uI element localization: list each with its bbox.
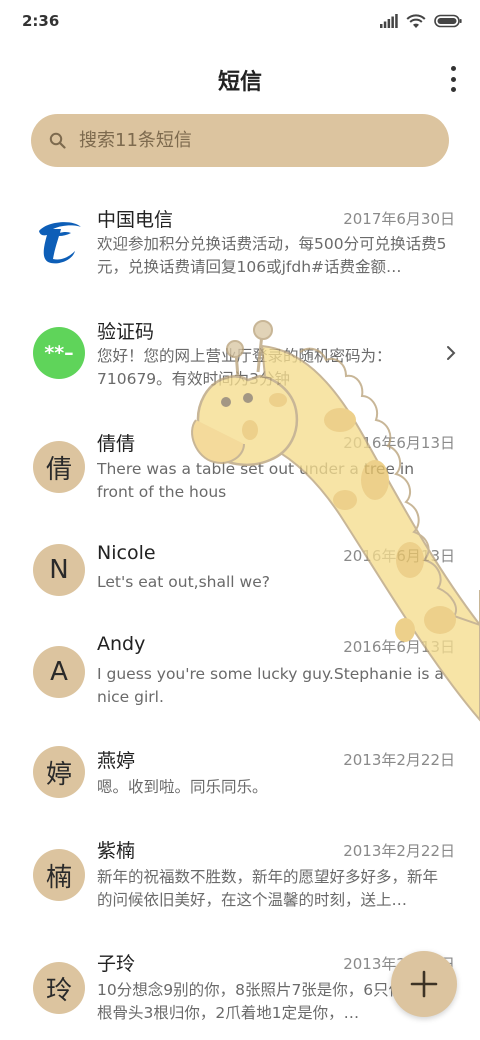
avatar: 婷	[33, 746, 85, 798]
verification-code-badge: **–	[33, 327, 85, 379]
plus-icon	[410, 970, 438, 998]
thread-row[interactable]: 婷 燕婷 2013年2月22日 嗯。收到啦。同乐同乐。	[0, 736, 480, 826]
more-dot-icon	[450, 66, 456, 71]
avatar: 楠	[33, 849, 85, 901]
thread-date: 2017年6月30日	[343, 210, 455, 228]
thread-date: 2016年6月13日	[343, 434, 455, 452]
thread-row[interactable]: 中国电信 2017年6月30日 欢迎参加积分兑换话费活动，每500分可兑换话费5…	[0, 190, 480, 302]
thread-row[interactable]: N Nicole 2016年6月13日 Let's eat out,shall …	[0, 526, 480, 621]
thread-row[interactable]: 倩 倩倩 2016年6月13日 There was a table set ou…	[0, 414, 480, 526]
more-dot-icon	[450, 76, 456, 82]
battery-icon	[434, 14, 462, 28]
signal-icon	[380, 14, 398, 28]
thread-name: 紫楠	[97, 840, 136, 862]
thread-name: 子玲	[97, 953, 136, 975]
title-bar: 短信	[0, 52, 480, 104]
thread-preview: 欢迎参加积分兑换话费活动，每500分可兑换话费5元，兑换话费请回复106或jfd…	[97, 235, 447, 276]
more-dot-icon	[450, 87, 456, 92]
thread-preview: 您好！您的网上营业厅登录的随机密码为：710679。有效时间为3分钟	[97, 347, 392, 388]
chevron-right-icon[interactable]	[446, 345, 456, 361]
thread-preview: I guess you're some lucky guy.Stephanie …	[97, 665, 444, 706]
search-bar[interactable]	[31, 114, 449, 167]
thread-name: 燕婷	[97, 750, 136, 772]
status-time: 2:36	[22, 12, 60, 30]
thread-name: 验证码	[97, 321, 155, 343]
thread-date: 2013年2月22日	[343, 751, 455, 769]
thread-preview: Let's eat out,shall we?	[97, 573, 270, 591]
page-title: 短信	[217, 70, 262, 95]
thread-row[interactable]: A Andy 2016年6月13日 I guess you're some lu…	[0, 621, 480, 736]
search-input[interactable]	[79, 114, 419, 167]
thread-name: Nicole	[97, 542, 156, 564]
avatar: 玲	[33, 962, 85, 1014]
avatar: A	[33, 646, 85, 698]
avatar: N	[33, 544, 85, 596]
avatar: 倩	[33, 441, 85, 493]
more-options-button[interactable]	[446, 66, 460, 92]
thread-name: Andy	[97, 633, 146, 655]
thread-date: 2016年6月13日	[343, 638, 455, 656]
thread-preview: There was a table set out under a tree i…	[97, 460, 415, 501]
status-bar: 2:36	[0, 0, 480, 44]
wifi-icon	[406, 13, 426, 28]
thread-preview: 嗯。收到啦。同乐同乐。	[97, 778, 268, 796]
search-icon	[49, 132, 66, 149]
thread-row[interactable]: **– 验证码 您好！您的网上营业厅登录的随机密码为：710679。有效时间为3…	[0, 302, 480, 414]
thread-row[interactable]: 楠 紫楠 2013年2月22日 新年的祝福数不胜数，新年的愿望好多好多，新年的问…	[0, 826, 480, 941]
thread-preview: 新年的祝福数不胜数，新年的愿望好多好多，新年的问候依旧美好，在这个温馨的时刻，送…	[97, 868, 439, 909]
thread-date: 2016年6月13日	[343, 547, 455, 565]
thread-name: 倩倩	[97, 433, 136, 455]
compose-message-button[interactable]	[391, 951, 457, 1017]
thread-date: 2013年2月22日	[343, 842, 455, 860]
status-icons	[380, 12, 462, 30]
thread-name: 中国电信	[97, 209, 174, 231]
china-telecom-logo-icon	[33, 215, 85, 267]
